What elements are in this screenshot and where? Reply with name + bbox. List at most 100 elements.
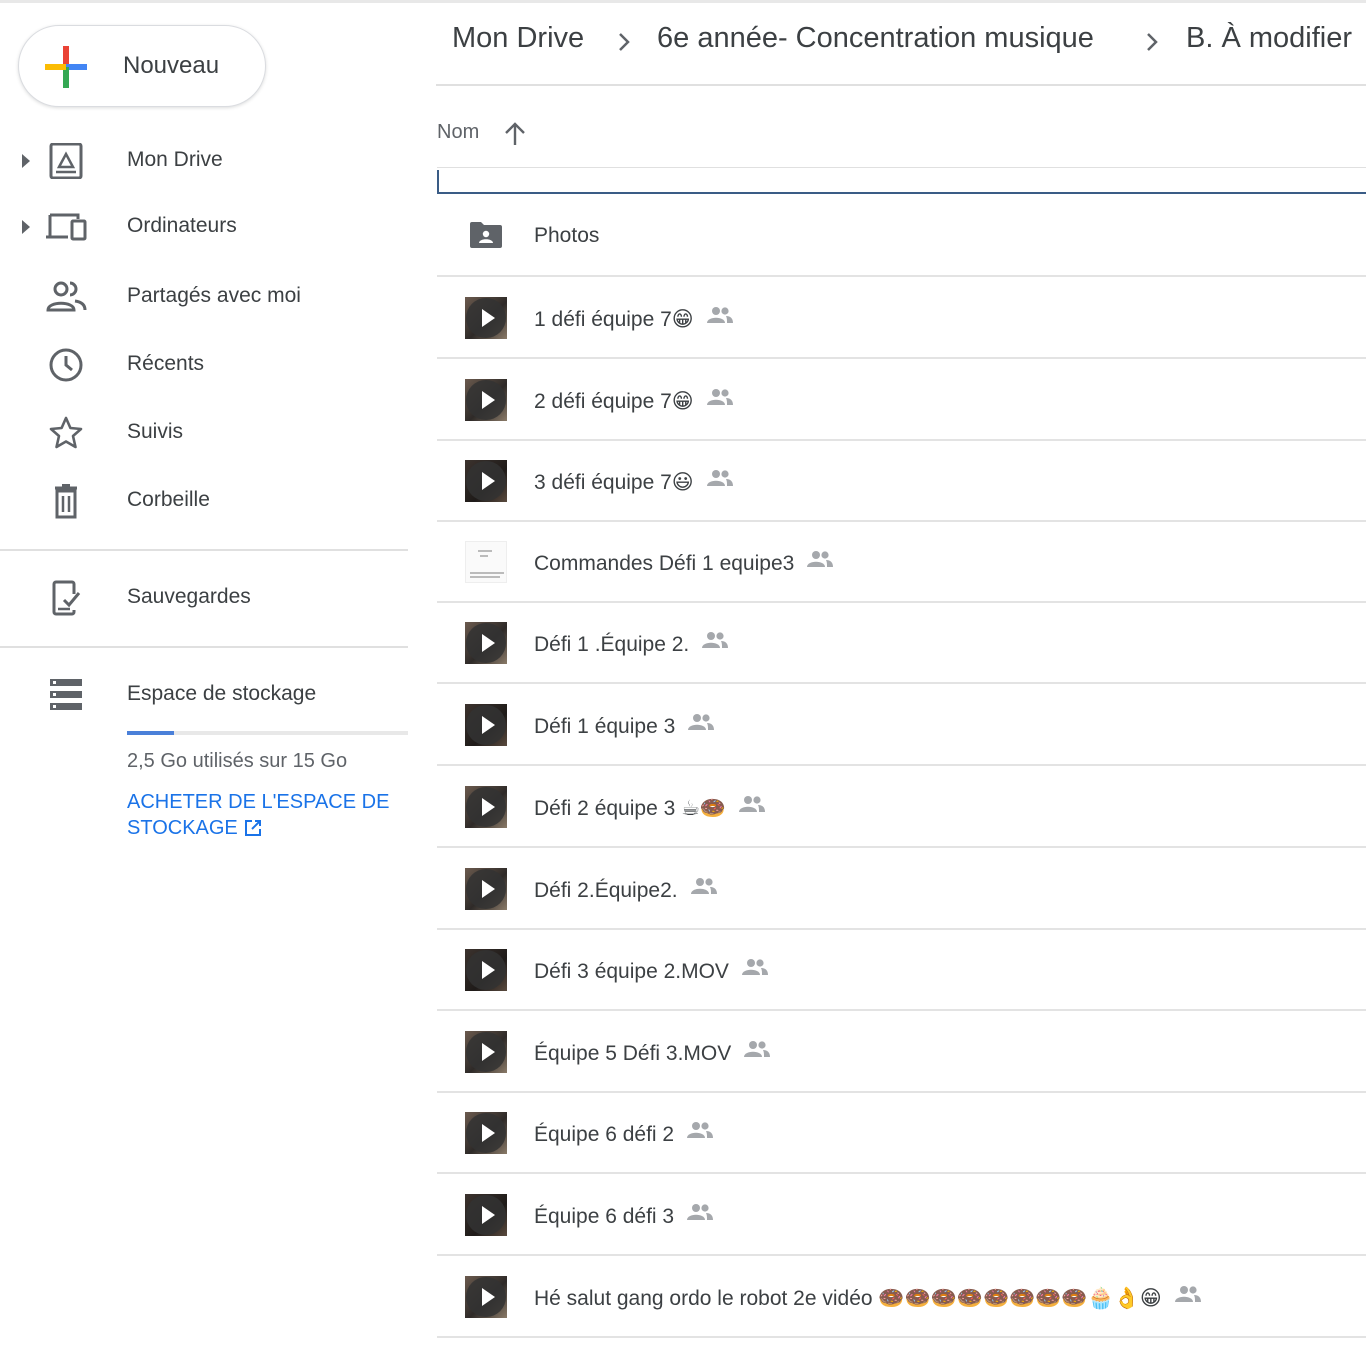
file-row[interactable]: Défi 1 équipe 3 xyxy=(437,684,1366,766)
clock-icon xyxy=(49,348,83,382)
breadcrumb-item-folder[interactable]: 6e année- Concentration musique xyxy=(657,22,1094,55)
sort-ascending-arrow-icon[interactable] xyxy=(503,121,527,147)
play-icon xyxy=(482,1288,495,1306)
chevron-right-icon xyxy=(619,33,630,51)
sidebar-item-storage[interactable]: Espace de stockage xyxy=(0,667,408,723)
sidebar-item-computers[interactable]: Ordinateurs xyxy=(0,199,408,255)
chevron-right-icon xyxy=(1147,33,1158,51)
breadcrumb-item-my-drive[interactable]: Mon Drive xyxy=(452,22,584,55)
file-row[interactable]: 1 défi équipe 7😁 xyxy=(437,277,1366,359)
backup-icon xyxy=(52,580,81,616)
storage-usage-text: 2,5 Go utilisés sur 15 Go xyxy=(127,750,348,772)
sidebar-item-label: Espace de stockage xyxy=(127,682,317,705)
file-row[interactable]: Équipe 6 défi 3 xyxy=(437,1174,1366,1256)
shared-people-icon xyxy=(741,959,768,975)
shared-people-icon xyxy=(744,1041,771,1057)
file-name: Défi 3 équipe 2.MOV xyxy=(534,960,729,983)
file-name-wrap: 3 défi équipe 7😃 xyxy=(534,469,734,495)
sidebar-item-label: Mon Drive xyxy=(127,148,223,171)
storage-usage-bar xyxy=(127,731,408,735)
file-name: Défi 1 équipe 3 xyxy=(534,715,676,738)
play-icon xyxy=(482,309,495,327)
file-row[interactable]: Équipe 5 Défi 3.MOV xyxy=(437,1011,1366,1093)
file-name-wrap: Hé salut gang ordo le robot 2e vidéo 🍩🍩🍩… xyxy=(534,1285,1202,1311)
file-name-wrap: Défi 1 équipe 3 xyxy=(534,713,715,739)
folder-row[interactable]: Photos xyxy=(437,195,1366,277)
sidebar-item-my-drive[interactable]: Mon Drive xyxy=(0,133,408,189)
expand-caret-icon[interactable] xyxy=(22,154,30,168)
sidebar-item-starred[interactable]: Suivis xyxy=(0,405,408,461)
new-button[interactable]: Nouveau xyxy=(18,25,266,107)
file-name-wrap: Équipe 6 défi 3 xyxy=(534,1203,714,1229)
breadcrumb-item-current[interactable]: B. À modifier xyxy=(1186,22,1352,55)
sidebar-item-recent[interactable]: Récents xyxy=(0,337,408,393)
file-row[interactable]: Défi 2 équipe 3 ☕🍩 xyxy=(437,766,1366,848)
sidebar-item-shared-with-me[interactable]: Partagés avec moi xyxy=(0,269,408,325)
video-thumbnail xyxy=(465,1112,507,1154)
shared-people-icon xyxy=(706,389,733,405)
file-name-wrap: Défi 2.Équipe2. xyxy=(534,877,718,903)
header-divider xyxy=(437,167,1366,168)
file-name: Hé salut gang ordo le robot 2e vidéo 🍩🍩🍩… xyxy=(534,1287,1162,1310)
video-thumbnail xyxy=(465,949,507,991)
file-name: Défi 2.Équipe2. xyxy=(534,879,678,902)
file-name-wrap: Équipe 5 Défi 3.MOV xyxy=(534,1040,771,1066)
file-name-wrap: Défi 2 équipe 3 ☕🍩 xyxy=(534,795,766,821)
column-header-label: Nom xyxy=(437,121,480,143)
buy-storage-link-line2: STOCKAGE xyxy=(127,817,238,839)
play-icon xyxy=(482,880,495,898)
video-thumbnail xyxy=(465,1194,507,1236)
file-name: 3 défi équipe 7😃 xyxy=(534,471,694,494)
image-thumbnail xyxy=(465,541,507,583)
play-icon xyxy=(482,798,495,816)
file-name: Commandes Défi 1 equipe3 xyxy=(534,552,795,575)
video-thumbnail xyxy=(465,460,507,502)
computers-icon xyxy=(46,213,87,241)
file-name: Photos xyxy=(534,224,600,247)
play-icon xyxy=(482,961,495,979)
file-row[interactable]: Commandes Défi 1 equipe3 xyxy=(437,521,1366,603)
file-row[interactable]: Hé salut gang ordo le robot 2e vidéo 🍩🍩🍩… xyxy=(437,1256,1366,1338)
open-external-icon xyxy=(244,820,261,836)
shared-folder-icon xyxy=(470,222,502,248)
star-icon xyxy=(49,416,83,449)
video-thumbnail xyxy=(465,704,507,746)
shared-people-icon xyxy=(706,470,733,486)
buy-storage-link-line1: ACHETER DE L'ESPACE DE xyxy=(127,791,390,813)
shared-with-me-icon xyxy=(46,281,87,312)
drive-icon xyxy=(49,143,83,179)
file-row[interactable]: Défi 1 .Équipe 2. xyxy=(437,602,1366,684)
play-icon xyxy=(482,1043,495,1061)
play-icon xyxy=(482,634,495,652)
sidebar-item-label: Corbeille xyxy=(127,488,210,511)
sidebar-item-label: Ordinateurs xyxy=(127,214,237,237)
video-thumbnail xyxy=(465,868,507,910)
shared-people-icon xyxy=(690,878,717,894)
sidebar-item-trash[interactable]: Corbeille xyxy=(0,473,408,529)
column-header-name[interactable]: Nom xyxy=(437,118,1366,168)
file-name: Équipe 5 Défi 3.MOV xyxy=(534,1042,732,1065)
file-row[interactable]: Équipe 6 défi 2 xyxy=(437,1092,1366,1174)
sidebar-divider xyxy=(0,646,408,648)
shared-people-icon xyxy=(739,796,766,812)
file-row[interactable]: Défi 2.Équipe2. xyxy=(437,848,1366,930)
file-name: 1 défi équipe 7😁 xyxy=(534,308,694,331)
file-row[interactable]: 2 défi équipe 7😁 xyxy=(437,359,1366,441)
file-name-wrap: 2 défi équipe 7😁 xyxy=(534,388,734,414)
video-thumbnail xyxy=(465,297,507,339)
new-button-label: Nouveau xyxy=(123,52,220,79)
sidebar: Nouveau Mon Drive Ordinateurs Partagés a… xyxy=(0,0,420,1369)
expand-caret-icon[interactable] xyxy=(22,220,30,234)
video-thumbnail xyxy=(465,622,507,664)
video-thumbnail xyxy=(465,1031,507,1073)
sidebar-item-label: Partagés avec moi xyxy=(127,284,301,307)
file-row[interactable]: 3 défi équipe 7😃 xyxy=(437,440,1366,522)
file-name-wrap: Défi 3 équipe 2.MOV xyxy=(534,958,769,984)
sidebar-item-backups[interactable]: Sauvegardes xyxy=(0,570,408,626)
shared-people-icon xyxy=(1174,1286,1201,1302)
file-row[interactable]: Défi 3 équipe 2.MOV xyxy=(437,929,1366,1011)
play-icon xyxy=(482,391,495,409)
buy-storage-link[interactable]: ACHETER DE L'ESPACE DE STOCKAGE xyxy=(127,789,407,841)
shared-people-icon xyxy=(706,307,733,323)
play-icon xyxy=(482,1124,495,1142)
